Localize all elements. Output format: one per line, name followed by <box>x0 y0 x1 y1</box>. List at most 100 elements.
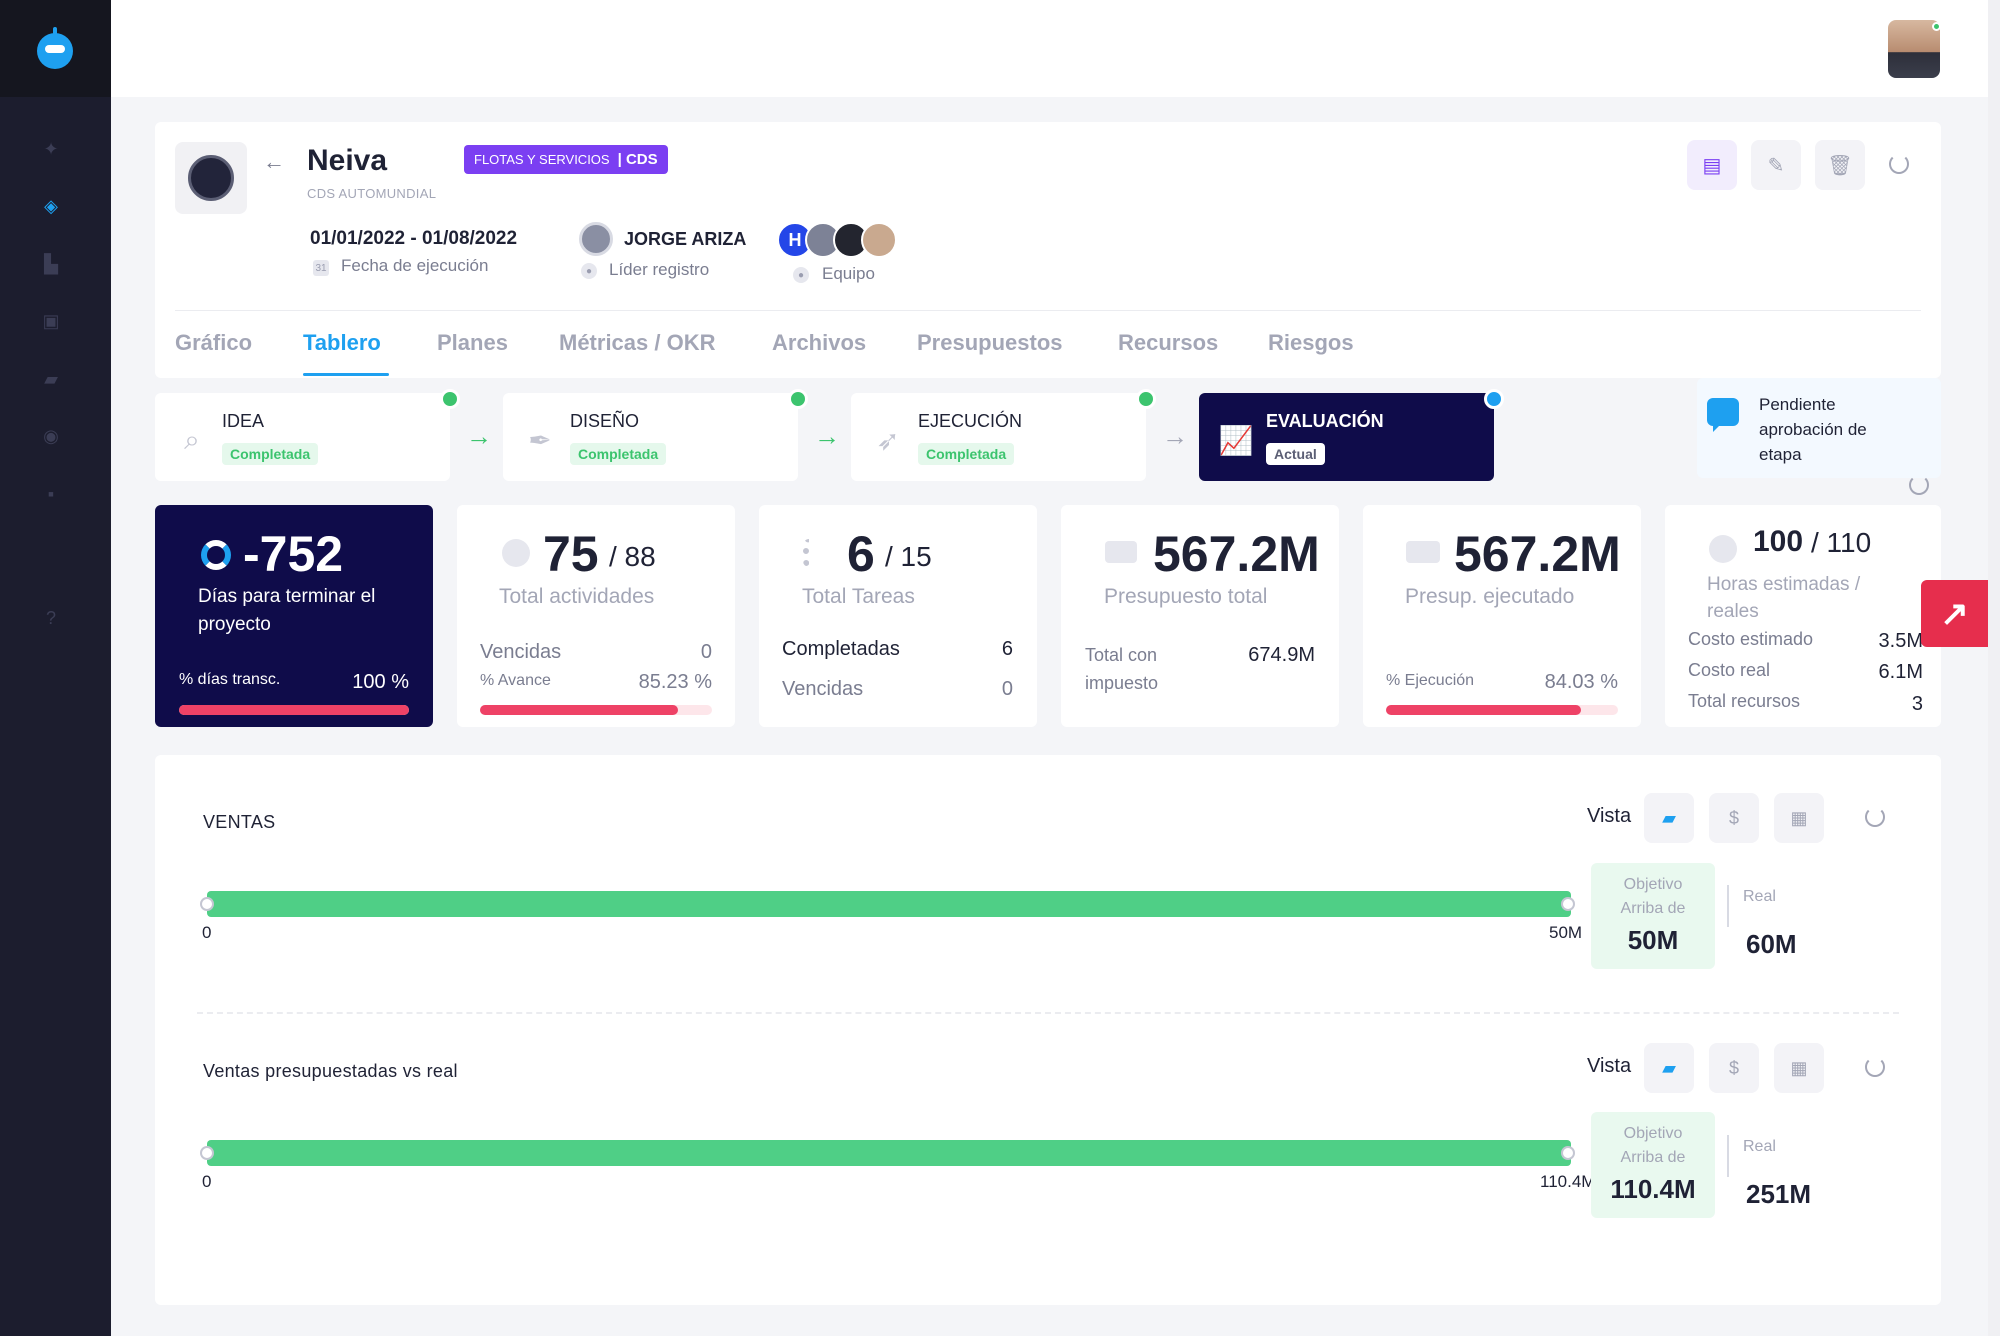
stage-status-dot <box>788 389 808 409</box>
activities-overdue-value: 0 <box>700 641 712 663</box>
pending-text: Pendiente aprobación de etapa <box>1759 395 1867 464</box>
tab-archivos[interactable]: Archivos <box>772 330 866 356</box>
tab-recursos[interactable]: Recursos <box>1118 330 1218 356</box>
money-icon <box>1105 541 1137 563</box>
stage-name: DISEÑO <box>570 411 640 431</box>
range-start-handle[interactable] <box>200 1146 214 1160</box>
activities-caption: Total actividades <box>499 585 655 608</box>
tab-tablero[interactable]: Tablero <box>303 330 381 356</box>
wallet-icon[interactable]: ▰ <box>1644 793 1694 843</box>
category-tag: FLOTAS Y SERVICIOS | CDS <box>464 145 668 174</box>
stage-ejecucion[interactable]: ➶ EJECUCIÓN Completada <box>851 389 1156 481</box>
kpi-budget: 567.2M Presupuesto total Total con impue… <box>1061 505 1339 727</box>
activities-value: 75 <box>543 526 599 582</box>
range-max: 110.4M <box>1540 1172 1596 1191</box>
executed-value: 567.2M <box>1454 526 1621 582</box>
stage-status-dot <box>1136 389 1156 409</box>
project-header: ← Neiva CDS AUTOMUNDIAL FLOTAS Y SERVICI… <box>155 122 1941 378</box>
pen-icon: ✒ <box>528 424 552 456</box>
layers-icon[interactable]: ◈ <box>40 195 62 217</box>
calculator-icon[interactable]: ▦ <box>1774 793 1824 843</box>
tab-presupuestos[interactable]: Presupuestos <box>917 330 1063 356</box>
days-progress-value: 100 % <box>352 671 409 693</box>
days-progress-bar <box>179 705 409 715</box>
briefcase-icon[interactable]: ▣ <box>40 310 62 332</box>
refresh-icon[interactable] <box>1865 807 1885 827</box>
executed-percent-value: 84.03 % <box>1544 671 1618 693</box>
stage-name: EVALUACIÓN <box>1266 411 1384 431</box>
hours-resources-label: Total recursos <box>1688 691 1801 711</box>
back-arrow-icon[interactable]: ← <box>263 149 285 175</box>
help-icon[interactable]: ? <box>40 607 62 629</box>
delete-button[interactable]: 🗑 <box>1815 140 1865 190</box>
executed-caption: Presup. ejecutado <box>1405 585 1575 608</box>
category-tag-label: FLOTAS Y SERVICIOS <box>474 152 610 167</box>
vista-label: Vista <box>1587 1055 1632 1077</box>
edit-button[interactable]: ✎ <box>1751 140 1801 190</box>
currency-button[interactable]: $ <box>1709 1043 1759 1093</box>
real-separator <box>1727 1135 1729 1177</box>
leader-name: JORGE ARIZA <box>624 229 747 249</box>
team-avatar[interactable] <box>861 222 897 258</box>
executed-progress-bar <box>1386 705 1618 715</box>
tasks-caption: Total Tareas <box>802 585 915 608</box>
tab-planes[interactable]: Planes <box>437 330 508 356</box>
objective-label: Objetivo Arriba de <box>1620 1125 1686 1166</box>
arrow-right-icon: → <box>1162 421 1188 451</box>
robot-logo-icon[interactable] <box>37 27 73 69</box>
real-value: 60M <box>1746 929 1797 959</box>
budget-caption: Presupuesto total <box>1104 585 1268 608</box>
tasks-value: 6 <box>847 526 875 582</box>
lock-icon[interactable]: ▪ <box>40 483 62 505</box>
tasks-completed-label: Completadas <box>782 638 900 660</box>
refresh-icon[interactable] <box>1889 154 1909 174</box>
truck-icon[interactable]: ▰ <box>40 368 62 390</box>
hours-resources-value: 3 <box>1911 693 1923 715</box>
wallet-icon[interactable]: ▰ <box>1644 1043 1694 1093</box>
refresh-icon[interactable] <box>1865 1057 1885 1077</box>
report-button[interactable]: ▤ <box>1687 140 1737 190</box>
range-end-handle[interactable] <box>1561 1146 1575 1160</box>
stage-diseno[interactable]: ✒ DISEÑO Completada <box>503 389 808 481</box>
lifebuoy-icon <box>201 540 231 570</box>
currency-button[interactable]: $ <box>1709 793 1759 843</box>
chart-icon[interactable]: ▙ <box>40 253 62 275</box>
hours-value: 100 <box>1753 525 1804 558</box>
days-caption: Días para terminar el proyecto <box>198 586 376 635</box>
range-end-handle[interactable] <box>1561 897 1575 911</box>
chart-line-icon: 📈 <box>1218 424 1254 456</box>
objective-box: Objetivo Arriba de 50M <box>1591 863 1715 969</box>
header-divider <box>175 310 1921 311</box>
hours-est-cost-label: Costo estimado <box>1688 629 1814 649</box>
tab-grafico[interactable]: Gráfico <box>175 330 252 356</box>
real-label: Real <box>1743 888 1776 905</box>
project-logo <box>175 142 247 214</box>
execution-dates: 01/01/2022 - 01/08/2022 <box>310 228 518 249</box>
metric-progress-bar <box>207 891 1571 917</box>
team-label: Equipo <box>822 264 875 283</box>
sparkle-icon[interactable]: ✦ <box>40 138 62 160</box>
tab-metricas[interactable]: Métricas / OKR <box>559 330 716 356</box>
scrollbar[interactable] <box>1988 0 2000 1336</box>
floating-action-button[interactable]: ↗ <box>1921 580 1988 647</box>
stage-idea[interactable]: ⌕ IDEA Completada <box>155 389 460 481</box>
activities-progress-bar <box>480 705 712 715</box>
sidebar: ✦ ◈ ▙ ▣ ▰ ◉ ▪ ? <box>0 0 111 1336</box>
tab-riesgos[interactable]: Riesgos <box>1268 330 1354 356</box>
team-icon: ● <box>793 267 809 283</box>
leader-avatar[interactable] <box>579 222 613 256</box>
kpi-days: -752 Días para terminar el proyecto % dí… <box>155 505 433 727</box>
kpi-executed: 567.2M Presup. ejecutado % Ejecución 84.… <box>1363 505 1641 727</box>
metric-title: VENTAS <box>203 812 276 832</box>
arrow-right-icon: → <box>814 421 840 451</box>
kpi-hours: 100 / 110 Horas estimadas / reales Costo… <box>1665 505 1941 727</box>
online-status-icon <box>1932 22 1941 31</box>
activities-overdue-label: Vencidas <box>480 641 562 663</box>
refresh-icon[interactable] <box>1909 475 1929 495</box>
target-icon[interactable]: ◉ <box>40 425 62 447</box>
hours-real-cost-label: Costo real <box>1688 660 1771 680</box>
stage-evaluacion[interactable]: 📈 EVALUACIÓN Actual <box>1199 389 1504 481</box>
tasks-overdue-label: Vencidas <box>782 678 864 700</box>
range-start-handle[interactable] <box>200 897 214 911</box>
calculator-icon[interactable]: ▦ <box>1774 1043 1824 1093</box>
